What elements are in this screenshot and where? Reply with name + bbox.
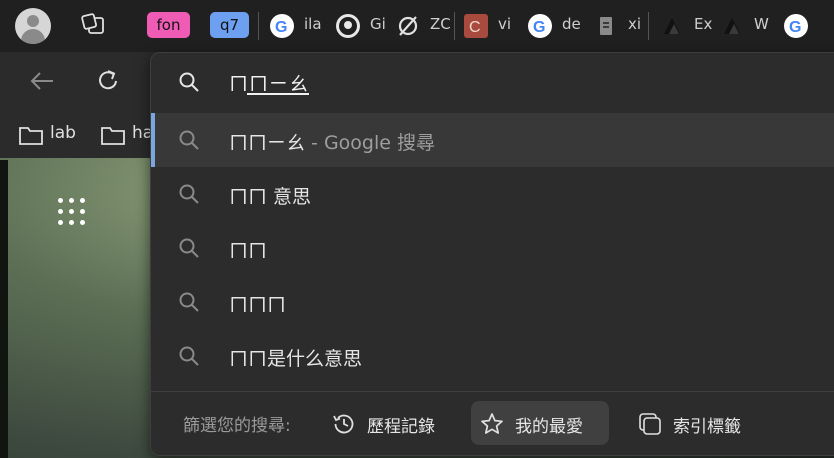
search-icon <box>179 238 199 258</box>
tab-title: W <box>754 15 769 33</box>
tab-separator <box>258 12 259 40</box>
search-icon <box>179 130 199 150</box>
folder-icon <box>19 127 43 145</box>
suggestion-item[interactable]: ㄇㄇ 意思 <box>151 167 834 221</box>
suggestion-suffix: - Google 搜尋 <box>305 132 435 154</box>
svg-text:C: C <box>469 19 481 36</box>
site-logo-icon <box>720 14 744 38</box>
filter-favorites-label: 我的最愛 <box>515 417 583 437</box>
history-clock-icon <box>333 414 354 434</box>
c-logo-icon: C <box>464 14 488 38</box>
tab-title: Gi <box>370 15 386 33</box>
bookmark-folder[interactable]: lab <box>18 122 88 146</box>
tab-group-chip[interactable]: q7 <box>210 12 249 38</box>
tab-title: de <box>562 15 581 33</box>
suggestion-item[interactable]: ㄇㄇ是什么意思 <box>151 329 834 383</box>
google-icon: G <box>270 14 294 38</box>
suggestion-text: ㄇㄇ是什么意思 <box>229 348 363 370</box>
search-icon <box>179 184 199 204</box>
browser-tab[interactable]: C vi <box>454 0 520 52</box>
suggestion-text: ㄇㄇㄇ <box>229 294 287 316</box>
suggestion-item[interactable]: ㄇㄇㄧㄠ - Google 搜尋 <box>151 113 834 167</box>
browser-tab[interactable]: Gi <box>326 0 388 52</box>
filter-tabs-label: 索引標籤 <box>673 417 741 437</box>
address-bar-dropdown: ㄇㄇㄧㄠ ㄇㄇㄧㄠ - Google 搜尋 ㄇㄇ 意思 ㄇㄇ ㄇㄇㄇ ㄇㄇ是什么… <box>150 52 834 456</box>
tab-title: ila <box>304 15 322 33</box>
browser-tab[interactable]: Ex <box>650 0 716 52</box>
apps-grid-icon[interactable] <box>58 198 86 226</box>
address-input-text[interactable]: ㄇㄇㄧㄠ <box>229 69 309 96</box>
google-icon: G <box>784 14 808 38</box>
address-input[interactable]: ㄇㄇㄧㄠ <box>151 53 834 111</box>
search-icon <box>179 346 199 366</box>
google-icon: G <box>528 14 552 38</box>
search-icon <box>179 292 199 312</box>
bookmark-label: lab <box>50 123 76 143</box>
tab-group-chip[interactable]: fon <box>147 12 190 38</box>
star-icon <box>481 413 503 434</box>
github-icon <box>336 14 360 38</box>
suggestion-text: ㄇㄇ 意思 <box>229 186 312 208</box>
svg-text:G: G <box>789 19 801 36</box>
selection-indicator <box>151 113 155 167</box>
suggestion-item[interactable]: ㄇㄇㄇ <box>151 275 834 329</box>
browser-tab[interactable]: xi <box>584 0 650 52</box>
page-edge <box>0 160 8 458</box>
browser-tab[interactable]: G de <box>518 0 588 52</box>
suggestion-text: ㄇㄇㄧㄠ - Google 搜尋 <box>229 132 435 154</box>
slash-circle-icon <box>396 14 420 38</box>
document-icon <box>594 14 618 38</box>
search-icon <box>179 72 199 92</box>
filter-history-button[interactable]: 歷程記錄 <box>323 401 449 445</box>
browser-tab[interactable]: G <box>774 0 834 52</box>
filter-label: 篩選您的搜尋: <box>183 416 291 436</box>
divider <box>151 391 834 392</box>
filter-favorites-button[interactable]: 我的最愛 <box>471 401 609 445</box>
tab-strip: fon q7 G ila Gi ZC C vi G de xi Ex W G <box>0 0 834 52</box>
tabs-icon <box>639 413 661 435</box>
folder-icon <box>101 127 125 145</box>
tab-title: ZC <box>430 15 451 33</box>
tab-separator <box>648 12 649 40</box>
svg-text:G: G <box>275 19 287 36</box>
filter-tabs-button[interactable]: 索引標籤 <box>629 401 759 445</box>
browser-tab[interactable]: G ila <box>260 0 330 52</box>
site-logo-icon <box>660 14 684 38</box>
filter-history-label: 歷程記錄 <box>367 417 435 437</box>
browser-tab[interactable]: W <box>710 0 776 52</box>
refresh-icon[interactable] <box>93 66 123 96</box>
suggestion-text: ㄇㄇ <box>229 240 268 262</box>
svg-text:G: G <box>533 19 545 36</box>
tab-title: xi <box>628 15 642 33</box>
workspaces-icon[interactable] <box>80 12 106 38</box>
tab-title: vi <box>498 15 512 33</box>
ime-composition-underline <box>247 93 309 95</box>
profile-avatar[interactable] <box>15 8 51 44</box>
back-arrow-icon[interactable] <box>27 66 57 96</box>
suggestion-item[interactable]: ㄇㄇ <box>151 221 834 275</box>
browser-tab[interactable]: ZC <box>386 0 452 52</box>
